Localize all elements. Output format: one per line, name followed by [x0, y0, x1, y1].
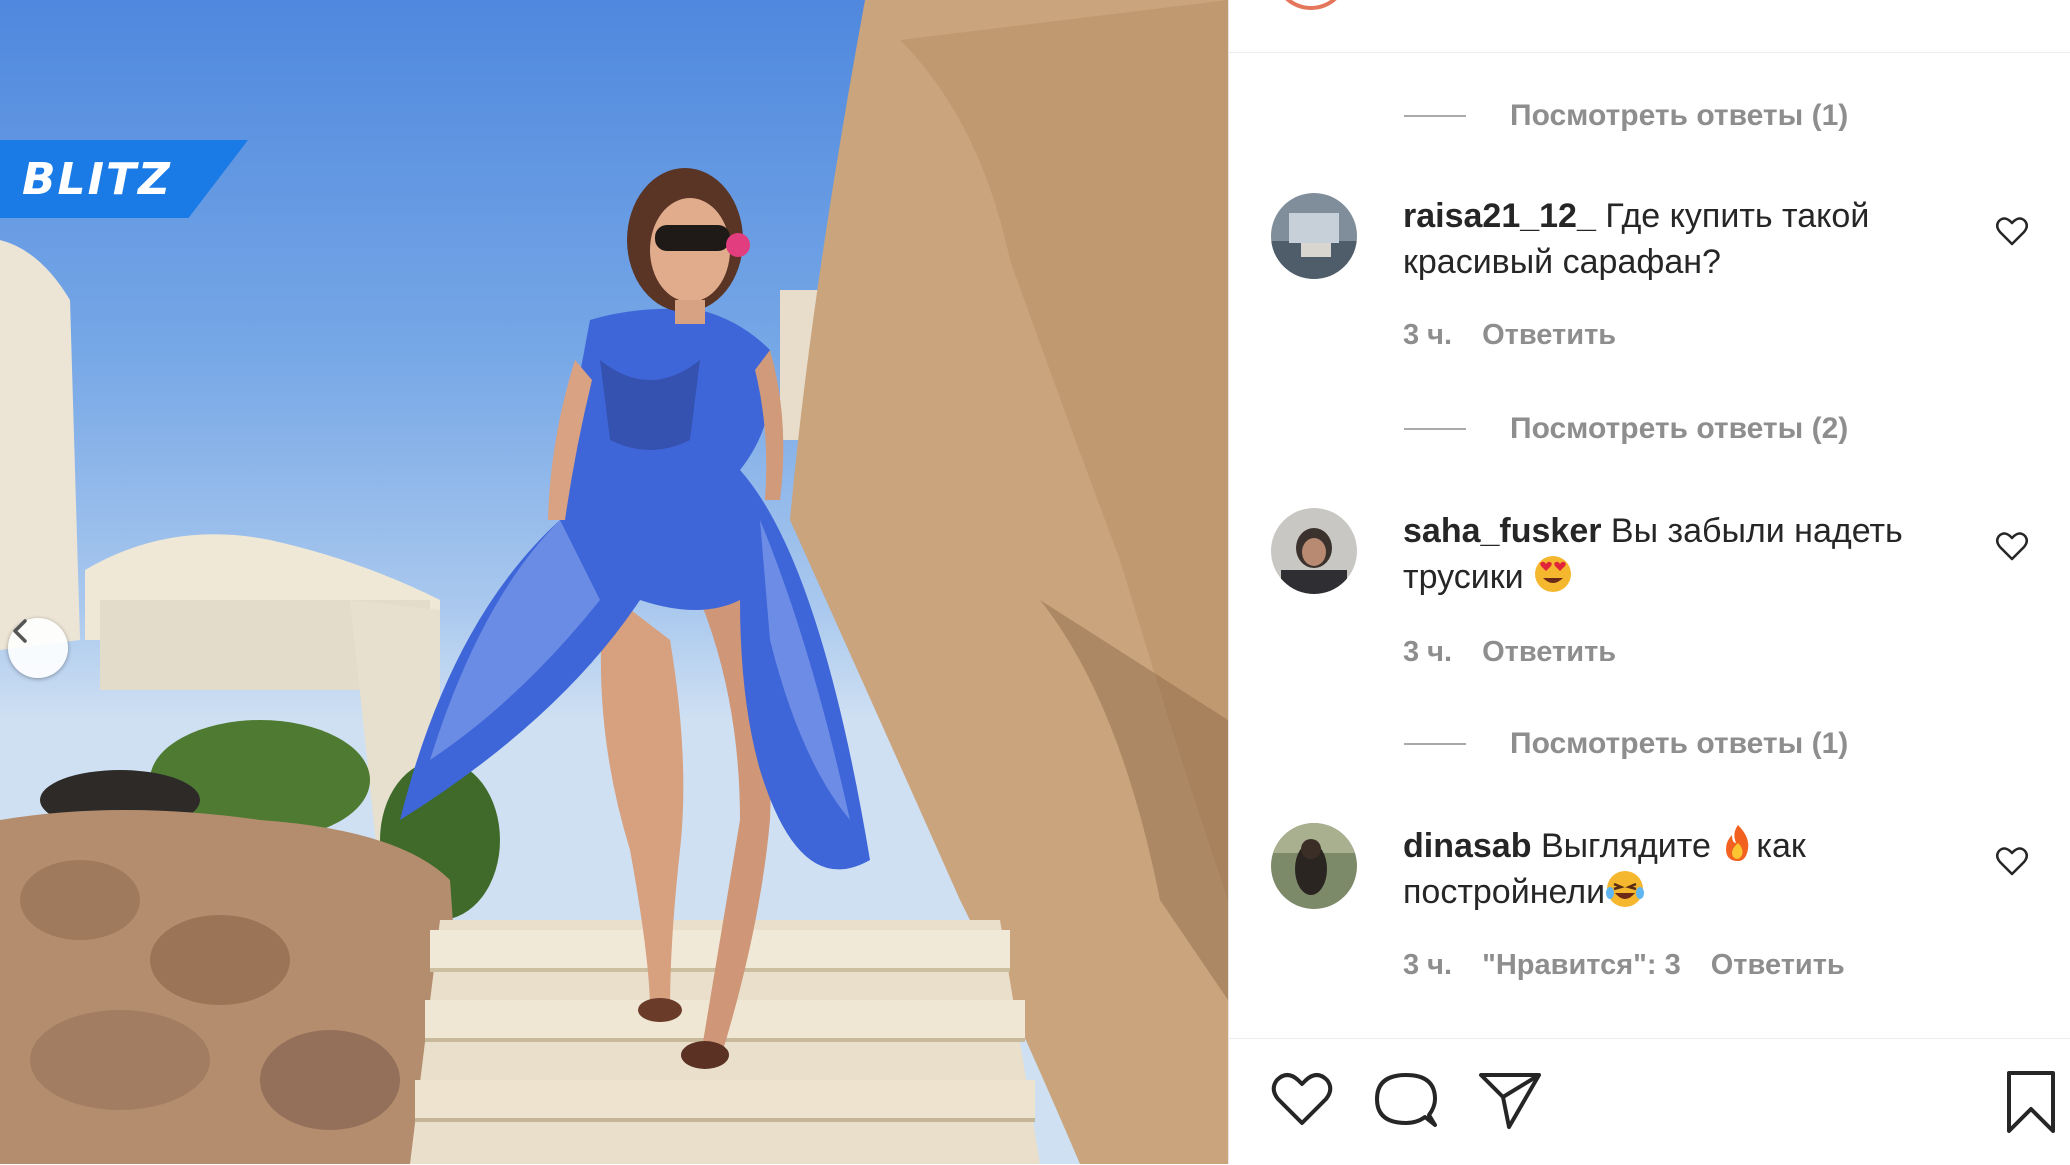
view-replies-button[interactable]: Посмотреть ответы (1) [1404, 96, 1848, 136]
comment-time: 3 ч. [1403, 636, 1453, 668]
avatar[interactable] [1271, 823, 1357, 909]
comment-body: dinasab Выглядите как постройнели [1403, 823, 1943, 915]
author-avatar-ring[interactable] [1273, 0, 1349, 10]
heart-icon[interactable] [1269, 1069, 1335, 1129]
view-replies-label: Посмотреть ответы (2) [1510, 412, 1849, 445]
avatar-image [1271, 193, 1357, 279]
previous-photo-button[interactable] [8, 618, 68, 678]
reply-button[interactable]: Ответить [1482, 319, 1616, 352]
like-comment-heart-icon[interactable] [1994, 213, 2030, 249]
avatar-image [1271, 508, 1357, 594]
comment-meta: 3 ч. Ответить [1403, 636, 1616, 669]
replies-divider-line [1404, 115, 1466, 117]
reply-button[interactable]: Ответить [1711, 949, 1845, 982]
comment-meta: 3 ч. Ответить [1403, 319, 1616, 352]
avatar[interactable] [1271, 508, 1357, 594]
bookmark-icon[interactable] [2003, 1069, 2059, 1135]
comment-username[interactable]: saha_fusker [1403, 512, 1601, 550]
heart-eyes-emoji-icon [1535, 556, 1572, 592]
post-photo: BLITZ [0, 0, 1228, 1164]
post-header [1229, 0, 2070, 53]
avatar[interactable] [1271, 193, 1357, 279]
replies-divider-line [1404, 428, 1466, 430]
chevron-left-icon [13, 619, 27, 643]
comment-time: 3 ч. [1403, 319, 1453, 351]
comment-time: 3 ч. [1403, 949, 1453, 981]
comment-likes-count[interactable]: "Нравится": 3 [1482, 949, 1681, 982]
view-replies-label: Посмотреть ответы (1) [1510, 727, 1849, 760]
comment-icon[interactable] [1373, 1069, 1439, 1131]
comment-text-before: Выглядите [1540, 827, 1711, 865]
view-replies-label: Посмотреть ответы (1) [1510, 99, 1849, 132]
comments-panel: Посмотреть ответы (1) raisa21_12_ Где ку… [1228, 0, 2070, 1164]
view-replies-button[interactable]: Посмотреть ответы (2) [1404, 409, 1848, 449]
comment-body: raisa21_12_ Где купить такой красивый са… [1403, 193, 1943, 285]
like-comment-heart-icon[interactable] [1994, 528, 2030, 564]
laughing-tears-emoji-icon [1606, 871, 1645, 907]
reply-button[interactable]: Ответить [1482, 636, 1616, 669]
replies-divider-line [1404, 743, 1466, 745]
post-action-bar [1229, 1038, 2070, 1165]
avatar-image [1271, 823, 1357, 909]
fire-emoji-icon [1726, 825, 1749, 861]
comment-body: saha_fusker Вы забыли надеть трусики [1403, 508, 1943, 600]
like-comment-heart-icon[interactable] [1994, 843, 2030, 879]
share-icon[interactable] [1477, 1069, 1543, 1131]
comment-username[interactable]: raisa21_12_ [1403, 197, 1596, 235]
comment-username[interactable]: dinasab [1403, 827, 1531, 865]
blitz-logo-text: BLITZ [22, 153, 172, 205]
comment-meta: 3 ч. "Нравится": 3 Ответить [1403, 949, 1845, 982]
view-replies-button[interactable]: Посмотреть ответы (1) [1404, 724, 1848, 764]
